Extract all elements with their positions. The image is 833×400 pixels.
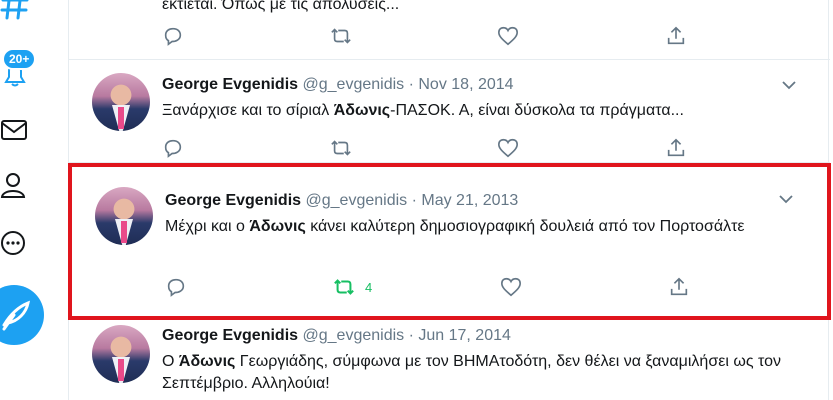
tweet-header: George Evgenidis @g_evgenidis · May 21, … bbox=[165, 191, 518, 211]
tweet-text-part: -ΠΑΣΟΚ. Α, είναι δύσκολα τα πράγματα... bbox=[390, 102, 684, 119]
like-icon bbox=[501, 277, 521, 297]
messages-mail-icon[interactable] bbox=[0, 115, 30, 145]
tweet-date[interactable]: Jun 17, 2014 bbox=[418, 327, 511, 344]
tweet-text-highlight: Άδωνις bbox=[178, 353, 236, 370]
reply-icon bbox=[167, 278, 185, 297]
tweet-header: George Evgenidis @g_evgenidis · Jun 17, … bbox=[162, 326, 511, 346]
author-name[interactable]: George Evgenidis bbox=[162, 327, 298, 344]
tweet-text-part: κάνει καλύτερη δημοσιογραφική δουλειά απ… bbox=[305, 218, 745, 235]
tweet-text: Ο Άδωνις Γεωργιάδης, σύμφωνα με τον ΒΗΜΑ… bbox=[162, 351, 802, 395]
tweet-text-highlight: Άδωνις bbox=[333, 102, 391, 119]
tweet-highlighted[interactable]: George Evgenidis @g_evgenidis · May 21, … bbox=[68, 163, 831, 320]
share-button[interactable] bbox=[668, 276, 690, 298]
avatar[interactable] bbox=[95, 187, 153, 245]
chevron-down-icon[interactable] bbox=[782, 80, 796, 90]
separator: · bbox=[411, 192, 417, 209]
tweet-actions: 4 bbox=[165, 276, 705, 298]
tweet[interactable]: George Evgenidis @g_evgenidis · Jun 17, … bbox=[69, 320, 830, 400]
tweet-text-highlight: Άδωνις bbox=[249, 218, 306, 235]
avatar[interactable] bbox=[92, 73, 150, 131]
avatar[interactable] bbox=[92, 325, 150, 383]
timeline: εκτίεται. Όπως με τις απολύσεις... Georg… bbox=[68, 0, 831, 400]
reply-button[interactable] bbox=[162, 25, 184, 47]
tweet-text-part: Ξανάρχισε και το σίριαλ bbox=[162, 102, 334, 119]
author-handle[interactable]: @g_evgenidis bbox=[306, 192, 408, 209]
retweet-icon bbox=[334, 279, 354, 295]
tweet-partial[interactable]: εκτίεται. Όπως με τις απολύσεις... bbox=[69, 0, 830, 60]
retweet-count: 4 bbox=[365, 279, 373, 295]
tweet-text-part: Μέχρι και ο bbox=[165, 218, 250, 235]
separator: · bbox=[408, 76, 414, 93]
notifications-badge: 20+ bbox=[2, 48, 37, 70]
explore-hashtag-icon[interactable] bbox=[0, 0, 30, 20]
compose-icon bbox=[2, 300, 31, 331]
tweet-text-part: Γεωργιάδης, σύμφωνα με τον ΒΗΜΑτοδότη, δ… bbox=[162, 353, 781, 392]
compose-tweet-button[interactable] bbox=[0, 285, 44, 345]
tweet-text: Ξανάρχισε και το σίριαλ Άδωνις-ΠΑΣΟΚ. Α,… bbox=[162, 100, 802, 122]
profile-icon[interactable] bbox=[0, 170, 30, 200]
chevron-down-icon[interactable] bbox=[779, 194, 793, 204]
share-button[interactable] bbox=[665, 137, 687, 159]
retweet-icon bbox=[331, 28, 351, 44]
tweet[interactable]: George Evgenidis @g_evgenidis · Nov 18, … bbox=[69, 60, 830, 163]
tweet-text: Μέχρι και ο Άδωνις κάνει καλύτερη δημοσι… bbox=[165, 216, 795, 238]
share-icon bbox=[667, 138, 685, 157]
like-button[interactable] bbox=[497, 25, 519, 47]
tweet-actions bbox=[162, 25, 702, 47]
like-icon bbox=[498, 26, 518, 46]
author-handle[interactable]: @g_evgenidis bbox=[303, 327, 405, 344]
share-button[interactable] bbox=[665, 25, 687, 47]
tweet-header: George Evgenidis @g_evgenidis · Nov 18, … bbox=[162, 75, 514, 95]
retweet-button-active[interactable]: 4 bbox=[333, 276, 372, 298]
tweet-text: εκτίεται. Όπως με τις απολύσεις... bbox=[162, 0, 400, 13]
like-icon bbox=[498, 138, 518, 158]
tweet-date[interactable]: May 21, 2013 bbox=[421, 192, 518, 209]
retweet-button[interactable] bbox=[330, 137, 352, 159]
retweet-icon bbox=[331, 140, 351, 156]
share-icon bbox=[667, 26, 685, 45]
share-icon bbox=[670, 277, 688, 296]
reply-button[interactable] bbox=[165, 276, 187, 298]
like-button[interactable] bbox=[500, 276, 522, 298]
author-handle[interactable]: @g_evgenidis bbox=[303, 76, 405, 93]
separator: · bbox=[408, 327, 414, 344]
reply-icon bbox=[164, 139, 182, 158]
more-icon[interactable] bbox=[0, 228, 30, 258]
author-name[interactable]: George Evgenidis bbox=[162, 76, 298, 93]
reply-button[interactable] bbox=[162, 137, 184, 159]
retweet-button[interactable] bbox=[330, 25, 352, 47]
tweet-actions bbox=[162, 137, 702, 159]
like-button[interactable] bbox=[497, 137, 519, 159]
author-name[interactable]: George Evgenidis bbox=[165, 192, 301, 209]
tweet-text-part: Ο bbox=[162, 353, 179, 370]
left-nav: 20+ bbox=[0, 0, 60, 400]
tweet-date[interactable]: Nov 18, 2014 bbox=[418, 76, 513, 93]
reply-icon bbox=[164, 27, 182, 46]
